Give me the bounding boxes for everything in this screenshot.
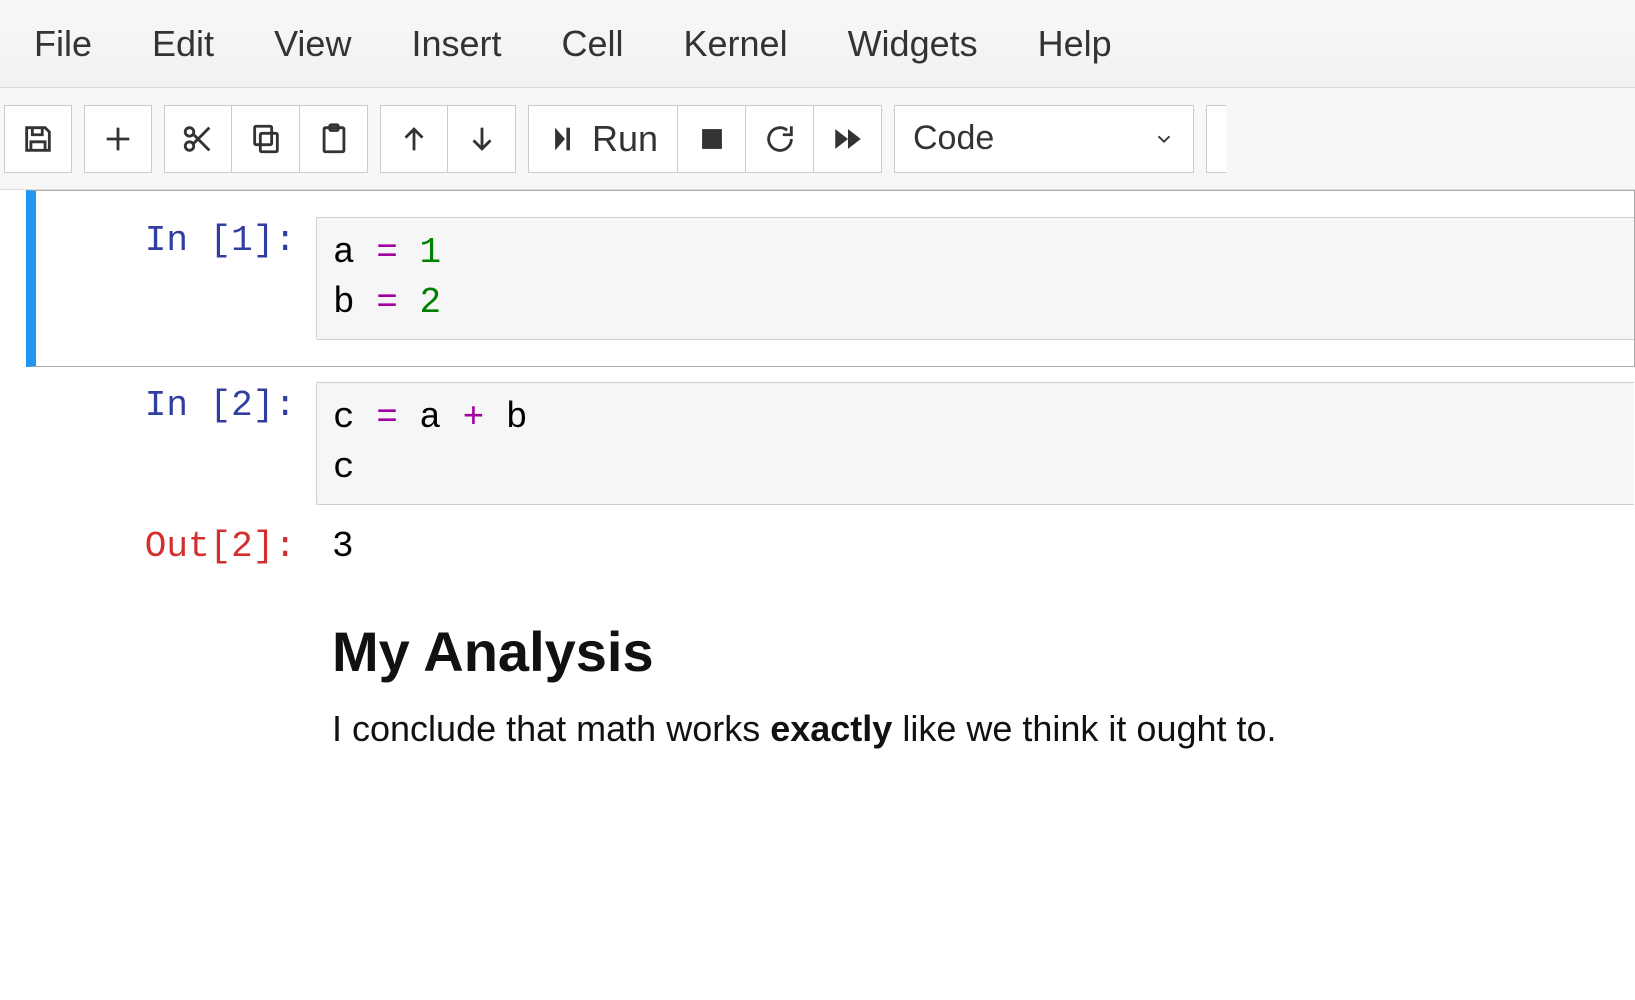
run-icon — [548, 122, 582, 156]
menu-cell[interactable]: Cell — [532, 23, 654, 65]
save-icon — [21, 122, 55, 156]
clipboard-group — [164, 105, 368, 173]
output-text-2: 3 — [316, 523, 1634, 572]
stop-button[interactable] — [678, 105, 746, 173]
copy-button[interactable] — [232, 105, 300, 173]
prompt-out-2: Out[2]: — [36, 523, 316, 572]
markdown-rendered: My Analysis I conclude that math works e… — [316, 589, 1634, 750]
markdown-heading: My Analysis — [332, 619, 1618, 684]
paste-icon — [317, 122, 351, 156]
move-group — [380, 105, 516, 173]
cell-type-value: Code — [913, 119, 994, 158]
markdown-cell[interactable]: My Analysis I conclude that math works e… — [26, 574, 1635, 765]
scissors-icon — [181, 122, 215, 156]
code-cell-1[interactable]: In [1]: a = 1 b = 2 — [26, 190, 1635, 367]
code-cell-2[interactable]: In [2]: c = a + b c — [26, 367, 1635, 520]
menu-edit[interactable]: Edit — [122, 23, 244, 65]
menu-help[interactable]: Help — [1008, 23, 1142, 65]
insert-cell-button[interactable] — [84, 105, 152, 173]
toolbar: Run Code — [0, 88, 1635, 190]
cell-type-select[interactable]: Code — [894, 105, 1194, 173]
menubar: File Edit View Insert Cell Kernel Widget… — [0, 0, 1635, 88]
arrow-down-icon — [465, 122, 499, 156]
prompt-md — [36, 589, 316, 750]
toolbar-edge-button[interactable] — [1206, 105, 1226, 173]
move-up-button[interactable] — [380, 105, 448, 173]
paste-button[interactable] — [300, 105, 368, 173]
markdown-text-post: like we think it ought to. — [892, 708, 1276, 749]
code-input-2[interactable]: c = a + b c — [316, 382, 1634, 505]
notebook: In [1]: a = 1 b = 2 In [2]: c = a + b c … — [0, 190, 1635, 765]
code-input-1[interactable]: a = 1 b = 2 — [316, 217, 1634, 340]
cut-button[interactable] — [164, 105, 232, 173]
restart-run-all-button[interactable] — [814, 105, 882, 173]
markdown-paragraph: I conclude that math works exactly like … — [332, 708, 1618, 750]
menu-kernel[interactable]: Kernel — [654, 23, 818, 65]
restart-button[interactable] — [746, 105, 814, 173]
menu-file[interactable]: File — [10, 23, 122, 65]
plus-icon — [101, 122, 135, 156]
arrow-up-icon — [397, 122, 431, 156]
run-button[interactable]: Run — [528, 105, 678, 173]
stop-icon — [695, 122, 729, 156]
menu-view[interactable]: View — [244, 23, 381, 65]
menu-insert[interactable]: Insert — [381, 23, 531, 65]
run-label: Run — [592, 118, 658, 160]
copy-icon — [249, 122, 283, 156]
prompt-in-1: In [1]: — [36, 217, 316, 340]
markdown-bold: exactly — [770, 708, 892, 749]
restart-icon — [763, 122, 797, 156]
run-group: Run — [528, 105, 882, 173]
prompt-in-2: In [2]: — [36, 382, 316, 505]
chevron-down-icon — [1153, 128, 1175, 150]
markdown-text-pre: I conclude that math works — [332, 708, 770, 749]
fast-forward-icon — [831, 122, 865, 156]
output-cell-2: Out[2]: 3 — [26, 520, 1635, 575]
menu-widgets[interactable]: Widgets — [818, 23, 1008, 65]
save-button[interactable] — [4, 105, 72, 173]
move-down-button[interactable] — [448, 105, 516, 173]
